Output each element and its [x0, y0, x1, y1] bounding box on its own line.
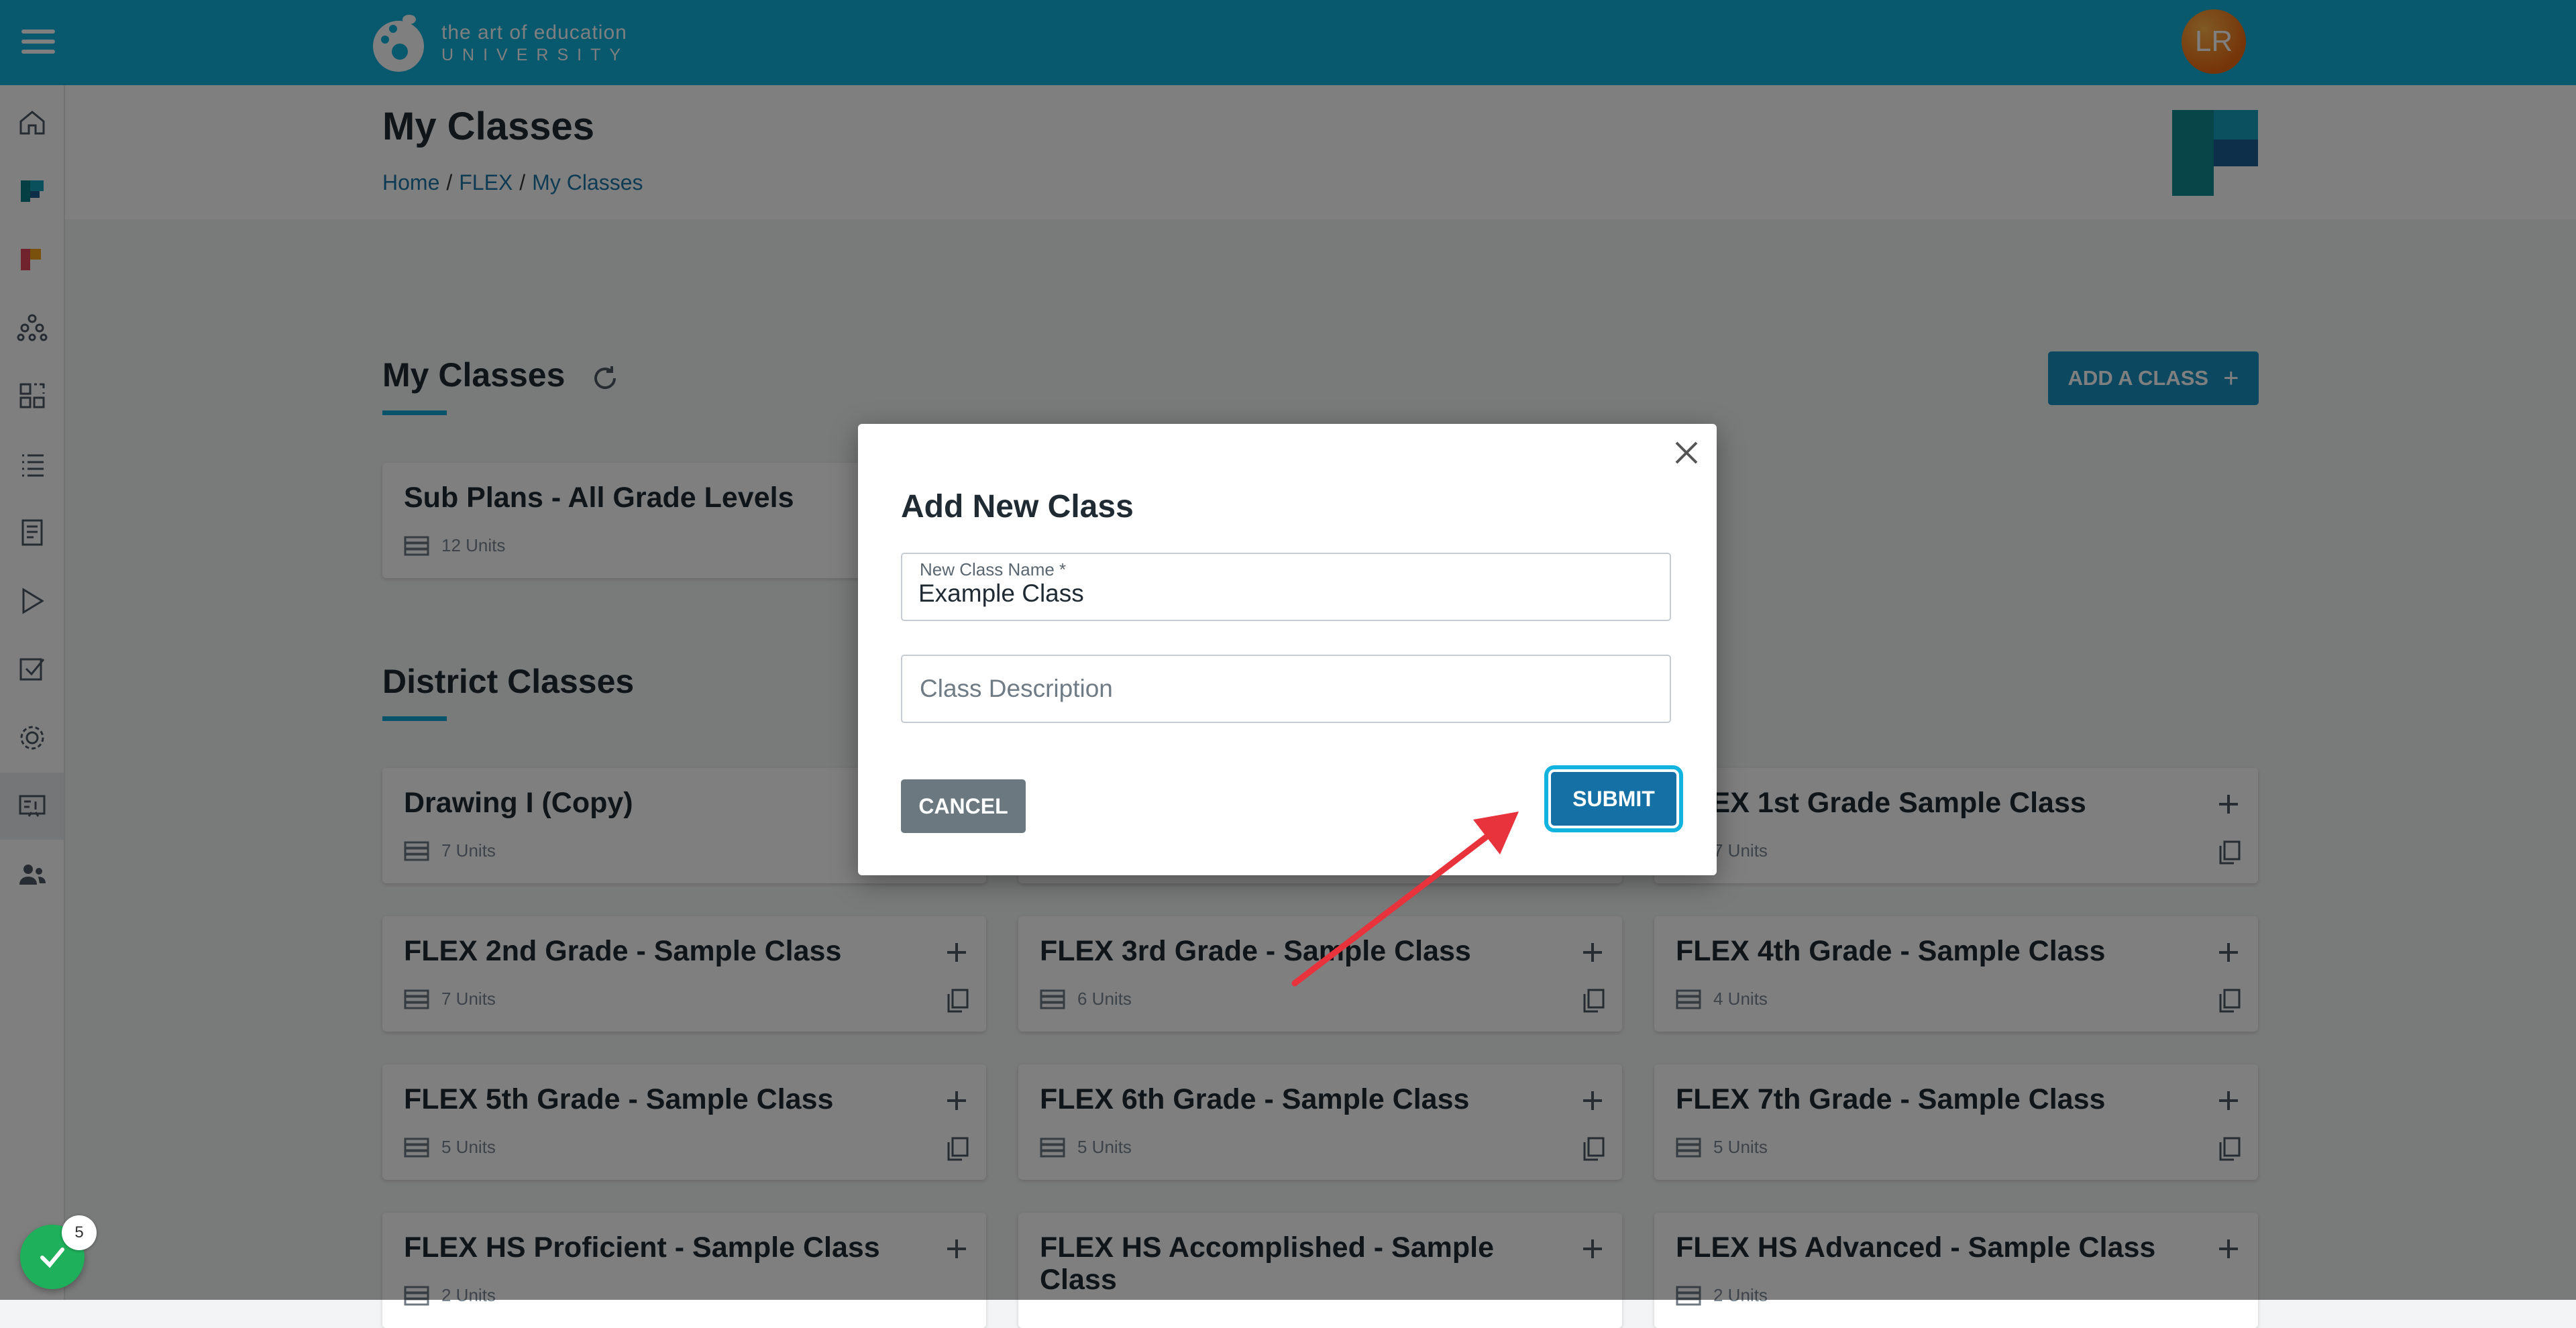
submit-button[interactable]: SUBMIT: [1544, 765, 1683, 832]
notification-badge: 5: [62, 1215, 97, 1250]
dialog-title: Add New Class: [901, 489, 1134, 524]
class-description-field[interactable]: [901, 655, 1671, 723]
class-name-label: New Class Name *: [920, 559, 1067, 579]
class-name-field[interactable]: New Class Name *: [901, 553, 1671, 621]
close-icon[interactable]: [1672, 439, 1701, 467]
cancel-button[interactable]: CANCEL: [901, 779, 1026, 833]
class-description-input[interactable]: [920, 675, 1651, 703]
checkmark-icon: [40, 1248, 64, 1268]
class-name-input[interactable]: [918, 579, 1650, 608]
add-class-dialog: Add New Class New Class Name * CANCEL SU…: [858, 424, 1717, 875]
